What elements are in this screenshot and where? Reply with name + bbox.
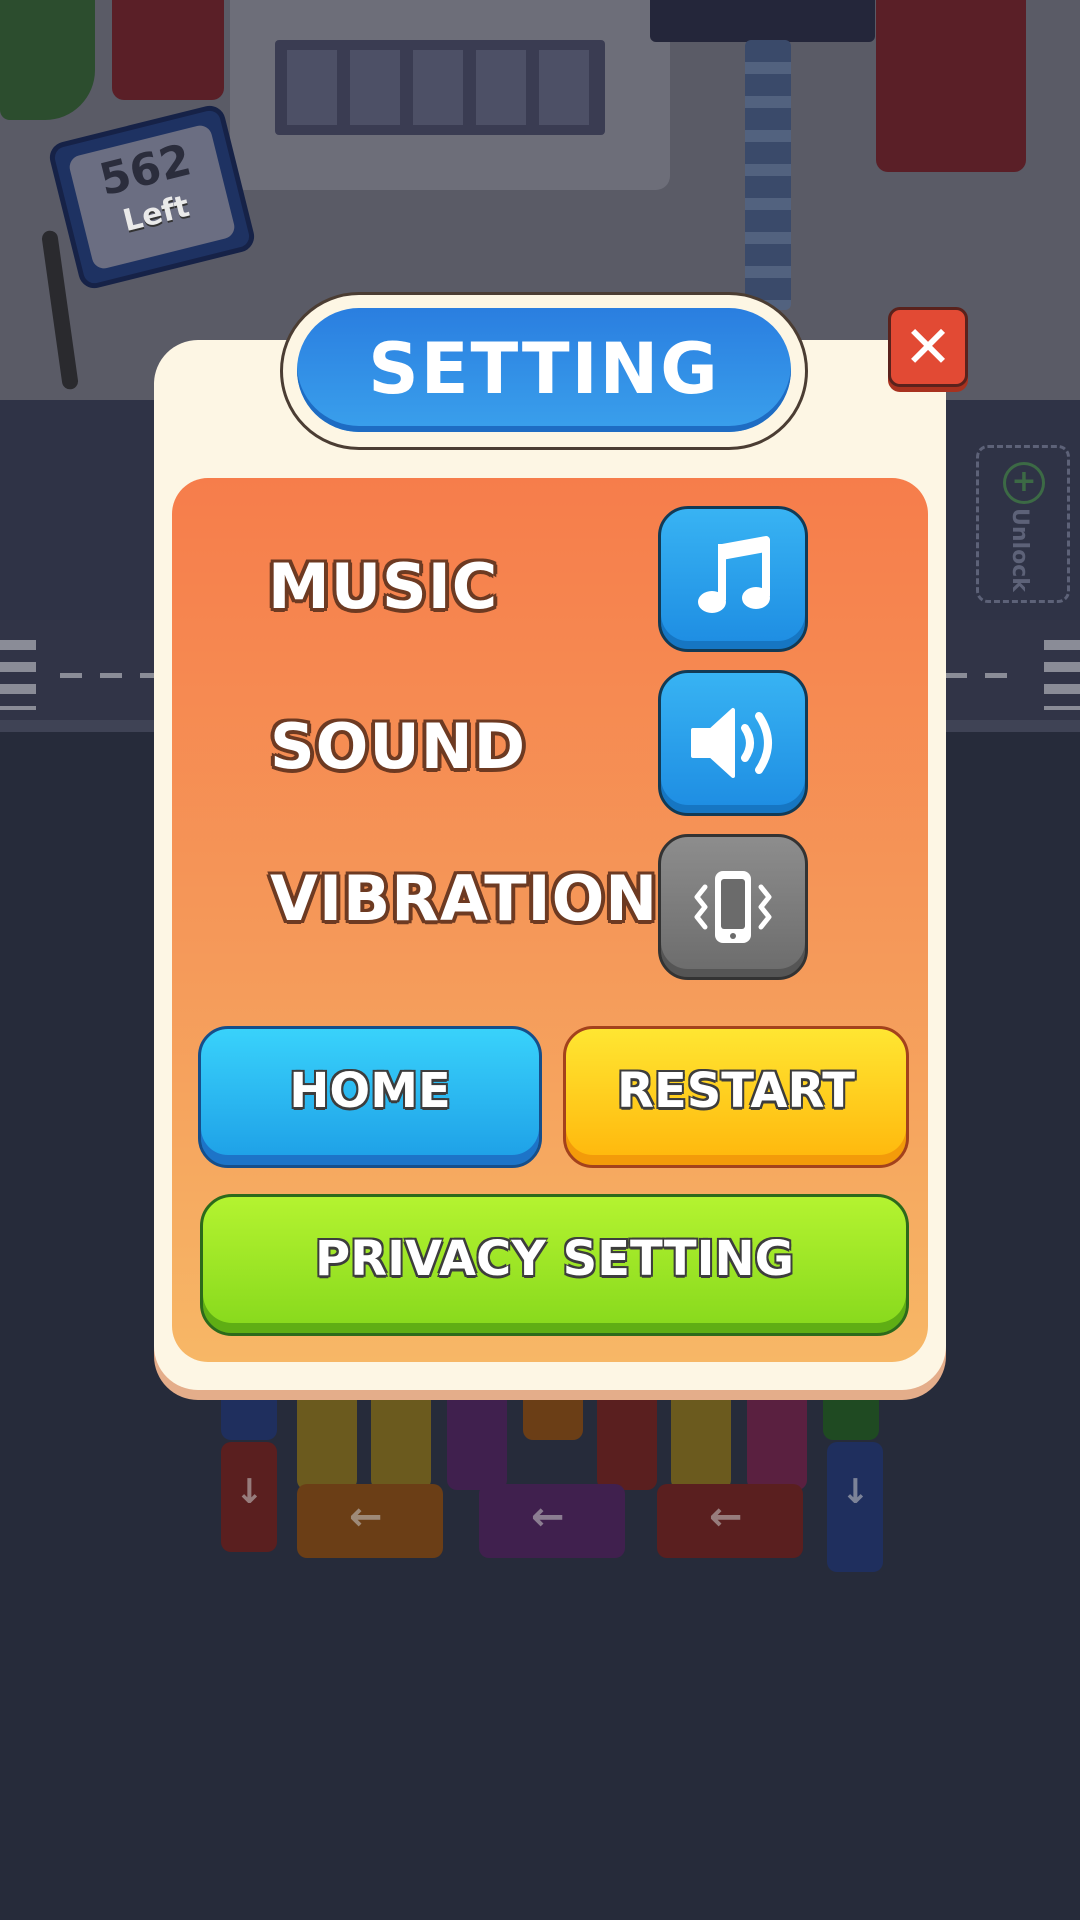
music-toggle[interactable]	[658, 506, 808, 652]
vibration-toggle[interactable]	[658, 834, 808, 980]
restart-button[interactable]: RESTART	[563, 1026, 909, 1168]
dialog-title: SETTING	[368, 328, 720, 410]
car-yellow[interactable]	[671, 1380, 731, 1490]
vibration-phone-icon	[661, 837, 805, 977]
shop-awning	[650, 0, 875, 42]
car-orange[interactable]: ←	[297, 1484, 443, 1558]
home-button[interactable]: HOME	[198, 1026, 542, 1168]
parking-lot: ↓ ← ← ← ↓	[205, 1380, 895, 1580]
unlock-slot[interactable]: + Unlock	[976, 445, 1070, 603]
car-yellow[interactable]	[297, 1380, 357, 1490]
car-blue[interactable]: ↓	[827, 1442, 883, 1572]
car-red[interactable]: ↓	[221, 1442, 277, 1552]
plus-icon: +	[1003, 462, 1045, 504]
sound-toggle[interactable]	[658, 670, 808, 816]
close-button[interactable]: ✕	[888, 307, 968, 387]
title-banner: SETTING	[297, 308, 791, 432]
crosswalk-right	[1044, 640, 1080, 710]
vibration-label: VIBRATION	[270, 862, 659, 935]
car-yellow[interactable]	[371, 1380, 431, 1490]
unlock-label: Unlock	[1007, 508, 1032, 592]
privacy-setting-button[interactable]: PRIVACY SETTING	[200, 1194, 909, 1336]
cup-stack	[745, 40, 791, 310]
speaker-icon	[661, 673, 805, 813]
close-x-icon: ✕	[903, 313, 953, 381]
car-red[interactable]	[597, 1380, 657, 1490]
car-red[interactable]: ←	[657, 1484, 803, 1558]
music-label: MUSIC	[268, 550, 499, 623]
tree	[0, 0, 95, 120]
crosswalk-left	[0, 640, 36, 710]
car-purple[interactable]	[447, 1380, 507, 1490]
music-note-icon	[661, 509, 805, 649]
building-windows	[275, 40, 605, 135]
car-purple[interactable]: ←	[479, 1484, 625, 1558]
car-pink[interactable]	[747, 1380, 807, 1490]
sound-label: SOUND	[270, 710, 527, 783]
building-red-wall-right	[876, 0, 1026, 172]
building-red-wall	[112, 0, 224, 100]
